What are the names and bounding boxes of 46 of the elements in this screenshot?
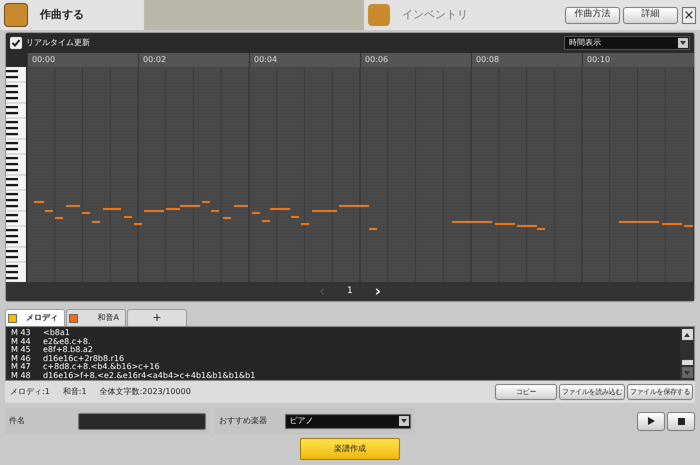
add-tab-button[interactable]: +	[127, 309, 187, 326]
up-arrow-icon	[684, 332, 690, 336]
stop-button[interactable]	[667, 412, 695, 430]
view-select[interactable]: 時間表示	[564, 36, 690, 50]
status-text: メロディ:1	[10, 386, 50, 398]
page-number: 1	[347, 284, 353, 298]
code-line: <b8a1	[43, 329, 70, 338]
next-page-button[interactable]: ›	[374, 284, 381, 299]
line-number: M 44	[11, 338, 32, 346]
line-number: M 43	[11, 329, 32, 338]
header-button[interactable]: 作曲方法	[565, 6, 620, 24]
header-button[interactable]: 詳細	[623, 6, 678, 24]
stop-icon	[678, 418, 684, 424]
code-line: d16e16c+2r8b8.r16	[43, 354, 124, 362]
line-number: M 46	[11, 354, 32, 363]
window-title: 作曲する	[40, 6, 84, 23]
line-number: M 48	[11, 372, 32, 380]
status-text: 和音:1	[62, 386, 87, 398]
line-number: M 47	[11, 363, 32, 372]
caret-icon	[399, 416, 409, 426]
code-line: e2&e8.c+8.	[43, 338, 91, 346]
checkbox[interactable]	[10, 37, 22, 49]
code-line: c+8d8.c+8.<b4.&b16>c+16	[43, 363, 160, 372]
track-tab[interactable]: 和音A	[66, 309, 126, 326]
mml-editor[interactable]: M 43 <b8a1 M 44 e2&e8.c+8. M 45 e8f+8.b8.a2 M 46 d16e16c+2r8b8.r16 M 47 c+8d8.c+8.<b4.&b16>c+16 M 48 d16e16>f+8.<e2.&e16r4<a4b4>c+4b1&b1&b1&b1	[5, 326, 695, 381]
scroll-thumb[interactable]	[682, 360, 692, 365]
field-label: 件名	[9, 415, 26, 427]
title-input-field[interactable]	[78, 412, 206, 430]
box-icon	[368, 4, 390, 26]
instrument-select[interactable]: ピアノ	[284, 414, 411, 428]
line-number: M 45	[11, 346, 32, 354]
code-line: e8f+8.b8.a2	[43, 346, 93, 354]
scroll-up-button[interactable]	[682, 329, 692, 340]
status-text: 全体文字数:2023/10000	[100, 386, 191, 398]
create-score-button[interactable]: 楽譜作成	[300, 438, 400, 460]
play-button[interactable]	[637, 412, 665, 430]
background-window-title: インベントリ	[402, 6, 468, 23]
close-button[interactable]: ×	[682, 6, 696, 24]
field-label: おすすめ楽器	[219, 415, 268, 427]
track-tab[interactable]: メロディ	[5, 309, 65, 326]
music-box-icon	[4, 3, 28, 27]
caret-icon	[678, 38, 688, 48]
code-line: d16e16>f+8.<e2.&e16r4<a4b4>c+4b1&b1&b1&b1	[43, 372, 256, 380]
checkbox-label: リアルタイム更新	[26, 37, 90, 49]
down-arrow-icon	[684, 370, 690, 374]
play-icon	[648, 417, 654, 425]
